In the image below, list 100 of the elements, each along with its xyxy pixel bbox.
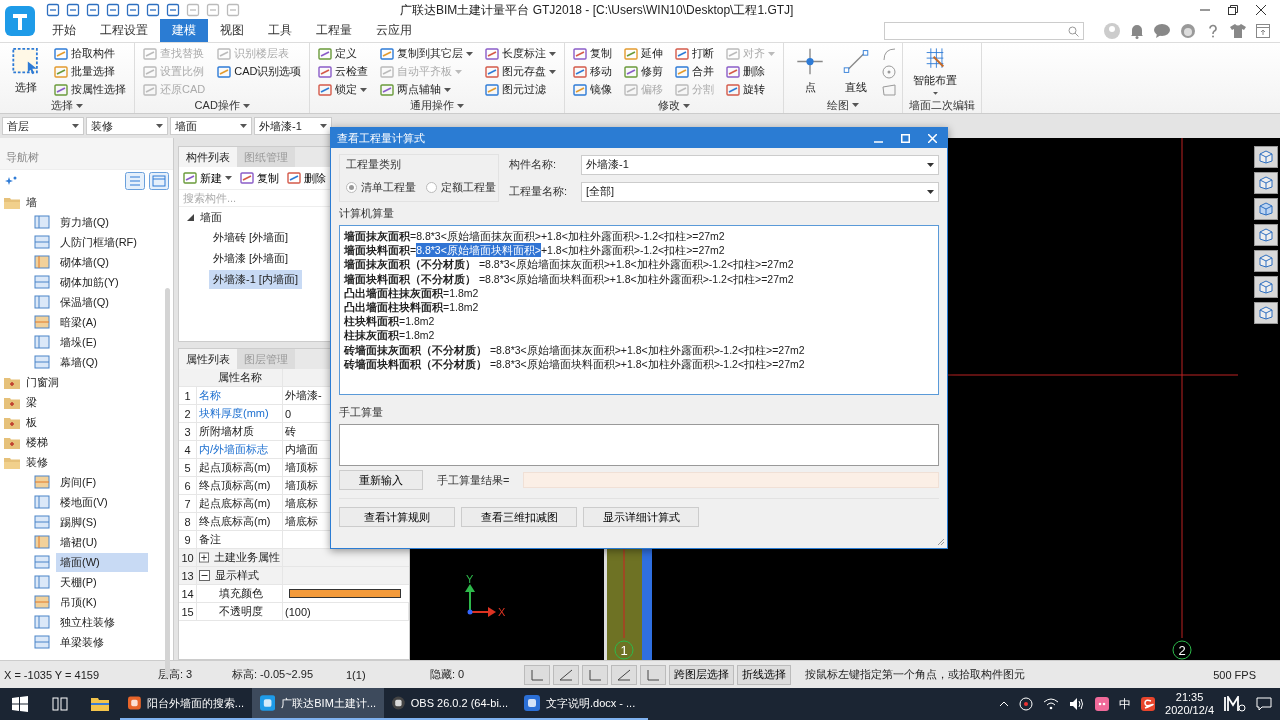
maximize-icon[interactable]	[901, 133, 910, 143]
close-icon[interactable]	[1256, 5, 1266, 15]
selector-dropdown[interactable]: 墙面	[170, 117, 252, 135]
view-cube-icon[interactable]	[1254, 224, 1278, 246]
ribbon-button[interactable]: 图元存盘	[483, 63, 559, 80]
list-view-icon[interactable]	[125, 172, 145, 190]
dialog-button[interactable]: 显示详细计算式	[583, 507, 699, 527]
tree-item[interactable]: 砌体墙(Q)	[0, 252, 173, 272]
view-cube-icon[interactable]	[1254, 302, 1278, 324]
ribbon-button[interactable]: 延伸	[622, 45, 666, 62]
chevron-icon[interactable]	[999, 701, 1010, 707]
panel-tab[interactable]: 构件列表	[179, 147, 237, 167]
group-label[interactable]: CAD操作	[141, 98, 304, 113]
view-cube-icon[interactable]	[1254, 276, 1278, 298]
shirt-icon[interactable]	[1230, 24, 1246, 38]
result-field[interactable]	[523, 472, 939, 488]
ribbon-button[interactable]: 选择	[6, 45, 46, 97]
tree-folder[interactable]: 装修	[0, 452, 173, 472]
selector-dropdown[interactable]: 装修	[86, 117, 168, 135]
ribbon-button[interactable]: 镜像	[571, 81, 615, 98]
tree-item[interactable]: 墙垛(E)	[0, 332, 173, 352]
tree-item[interactable]: 幕墙(Q)	[0, 352, 173, 372]
ribbon-button[interactable]: 长度标注	[483, 45, 559, 62]
collapse-icon[interactable]	[199, 570, 210, 581]
dialog-button[interactable]: 查看计算规则	[339, 507, 455, 527]
ribbon-button[interactable]: 点	[790, 45, 831, 97]
menu-tab[interactable]: 开始	[40, 19, 88, 42]
ribbon-button[interactable]: 复制到其它层	[378, 45, 476, 62]
tree-item[interactable]: 剪力墙(Q)	[0, 212, 173, 232]
snap-icon[interactable]	[611, 664, 637, 685]
tree-folder[interactable]: 门窗洞	[0, 372, 173, 392]
radio-button[interactable]	[426, 182, 437, 193]
taskbar-app[interactable]: OBS 26.0.2 (64-bi...	[384, 688, 516, 720]
window-icon[interactable]	[1256, 24, 1270, 38]
ribbon-button[interactable]: 拾取构件	[52, 45, 128, 62]
bell-icon[interactable]	[1130, 23, 1144, 39]
ribbon-button[interactable]: 旋转	[724, 81, 778, 98]
tree-item-label[interactable]: 墙裙(U)	[56, 532, 102, 552]
ribbon-button[interactable]: 打断	[673, 45, 717, 62]
component-item[interactable]: 外墙漆-1 [内墙面]	[209, 270, 302, 289]
menu-tab[interactable]: 工程量	[304, 19, 364, 42]
tree-item[interactable]: 人防门框墙(RF)	[0, 232, 173, 252]
ribbon-button[interactable]: CAD识别选项	[215, 63, 304, 80]
resize-grip-icon[interactable]	[937, 538, 945, 546]
toolbar-icon[interactable]	[146, 3, 160, 17]
snap-icon[interactable]	[582, 664, 608, 685]
ribbon-button[interactable]: 两点辅轴	[378, 81, 476, 98]
tree-item-label[interactable]: 剪力墙(Q)	[56, 212, 113, 232]
group-label[interactable]: 选择	[6, 98, 128, 113]
tree-folder[interactable]: 楼梯	[0, 432, 173, 452]
ribbon-button[interactable]: 删除	[724, 63, 778, 80]
ribbon-button[interactable]: 合并	[673, 63, 717, 80]
tray-icon[interactable]	[1095, 697, 1110, 711]
ribbon-button[interactable]: 复制	[571, 45, 615, 62]
tree-item-label[interactable]: 吊顶(K)	[56, 592, 101, 612]
group-label[interactable]: 通用操作	[316, 98, 559, 113]
view-cube-icon[interactable]	[1254, 172, 1278, 194]
toolbar-icon[interactable]	[126, 3, 140, 17]
tree-item[interactable]: 保温墙(Q)	[0, 292, 173, 312]
toolbar-icon[interactable]	[106, 3, 120, 17]
ribbon-button[interactable]: 智能布置	[909, 45, 962, 97]
tree-item[interactable]: 砌体加筋(Y)	[0, 272, 173, 292]
ribbon-button[interactable]: 批量选择	[52, 63, 128, 80]
help-icon[interactable]	[1206, 24, 1220, 38]
tree-item-label[interactable]: 幕墙(Q)	[56, 352, 102, 372]
tree-item-label[interactable]: 保温墙(Q)	[56, 292, 113, 312]
group-label[interactable]: 绘图	[790, 97, 897, 113]
tree-item[interactable]: 楼地面(V)	[0, 492, 173, 512]
tray-icon[interactable]	[1019, 697, 1034, 711]
reset-button[interactable]: 重新输入	[339, 470, 423, 490]
logo-icon[interactable]	[1224, 696, 1246, 712]
ribbon-button[interactable]: 移动	[571, 63, 615, 80]
tree-folder[interactable]: 墙	[0, 192, 173, 212]
tree-item[interactable]: 房间(F)	[0, 472, 173, 492]
speaker-icon[interactable]	[1069, 697, 1086, 711]
toolbar-button[interactable]: 删除	[287, 170, 326, 186]
tree-item-label[interactable]: 砌体加筋(Y)	[56, 272, 123, 292]
tree-item[interactable]: 墙裙(U)	[0, 532, 173, 552]
wifi-icon[interactable]	[1043, 698, 1060, 710]
restore-icon[interactable]	[1228, 5, 1238, 15]
group-label[interactable]: 墙面二次编辑	[909, 97, 976, 113]
toolbar-icon[interactable]	[66, 3, 80, 17]
tree-item-label[interactable]: 踢脚(S)	[56, 512, 101, 532]
manual-input-field[interactable]	[339, 424, 939, 466]
tree-item-label[interactable]: 单梁装修	[56, 632, 108, 652]
tree-item[interactable]: 踢脚(S)	[0, 512, 173, 532]
menu-tab[interactable]: 工具	[256, 19, 304, 42]
snap-icon[interactable]	[640, 664, 666, 685]
snap-icon[interactable]	[553, 664, 579, 685]
tree-folder[interactable]: 梁	[0, 392, 173, 412]
tree-item[interactable]: 暗梁(A)	[0, 312, 173, 332]
toolbar-icon[interactable]	[166, 3, 180, 17]
toolbar-icon[interactable]	[86, 3, 100, 17]
search-field[interactable]	[884, 22, 1084, 40]
ribbon-button[interactable]: 修剪	[622, 63, 666, 80]
view-cube-icon[interactable]	[1254, 250, 1278, 272]
selector-dropdown[interactable]: 外墙漆-1	[254, 117, 332, 135]
toolbar-button[interactable]: 新建	[183, 170, 232, 186]
tree-item-label[interactable]: 墙垛(E)	[56, 332, 101, 352]
view-cube-icon[interactable]	[1254, 146, 1278, 168]
